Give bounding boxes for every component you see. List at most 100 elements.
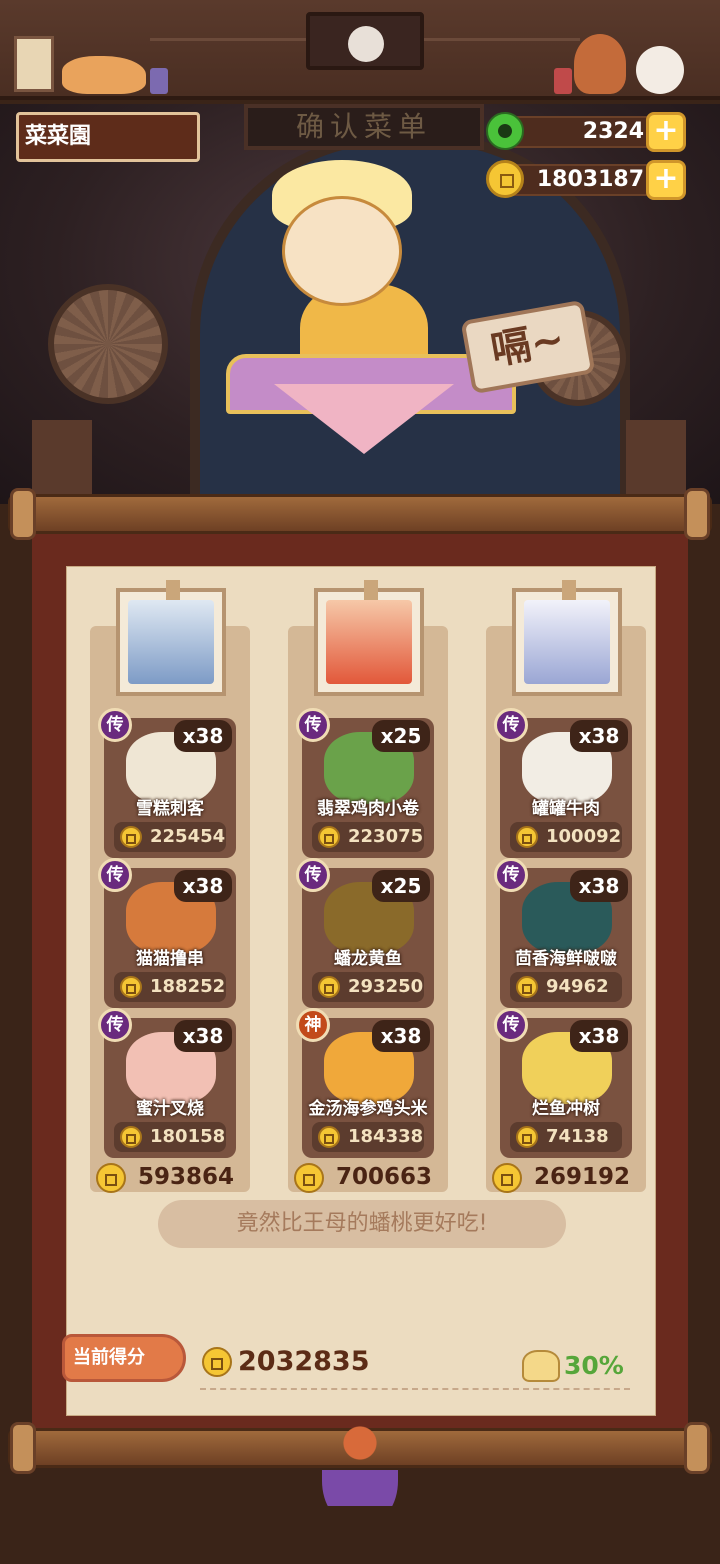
- coin-icon: [516, 976, 538, 998]
- dish-card[interactable]: 传 x25 翡翠鸡肉小卷 223075: [296, 708, 434, 858]
- dish-price: 188252: [114, 972, 226, 1002]
- bottom-floor: [0, 1506, 720, 1564]
- current-score-value: 2032835: [238, 1346, 370, 1377]
- rod-cap: [10, 488, 36, 540]
- rarity-badge: 传: [494, 708, 528, 742]
- rarity-badge: 传: [98, 708, 132, 742]
- chef-character-icon: [574, 34, 626, 94]
- white-hair-customer-avatar: [524, 600, 610, 684]
- dish-name: 蜜汁叉烧: [136, 1099, 204, 1119]
- column-total-value: 593864: [138, 1164, 235, 1190]
- dish-price: 180158: [114, 1122, 226, 1152]
- coin-icon: [120, 1126, 142, 1148]
- column-total: 700663: [292, 1160, 442, 1194]
- dish-price-value: 180158: [150, 1126, 226, 1147]
- coin-icon: [294, 1163, 324, 1193]
- gold-coin-icon: [486, 160, 524, 198]
- dish-price-value: 94962: [546, 976, 609, 997]
- coin-icon: [120, 826, 142, 848]
- dish-card[interactable]: 神 x38 金汤海参鸡头米 184338: [296, 1008, 434, 1158]
- column-total: 593864: [94, 1160, 244, 1194]
- dish-card[interactable]: 传 x38 烂鱼冲树 74138: [494, 1008, 632, 1158]
- silver-hair-customer-avatar: [128, 600, 214, 684]
- coin-icon: [318, 976, 340, 998]
- cup-icon: [554, 68, 572, 94]
- jade-amount: 2324: [502, 116, 652, 148]
- dish-quantity: x38: [174, 870, 232, 902]
- divider: [200, 1388, 630, 1390]
- dish-name: 金汤海参鸡头米: [308, 1099, 428, 1119]
- monkey-king-head: [282, 196, 402, 306]
- dish-price: 223075: [312, 822, 424, 852]
- dish-quantity: x38: [570, 870, 628, 902]
- customer-portrait[interactable]: [116, 580, 226, 696]
- dish-price: 184338: [312, 1122, 424, 1152]
- rod-cap: [684, 1422, 710, 1474]
- dish-card[interactable]: 传 x38 猫猫撸串 188252: [98, 858, 236, 1008]
- rarity-badge: 传: [296, 708, 330, 742]
- jade-icon: [486, 112, 524, 150]
- rod-cap: [684, 488, 710, 540]
- column-total-value: 269192: [534, 1164, 631, 1190]
- gold-currency: 1803187 +: [486, 160, 686, 200]
- coin-icon: [492, 1163, 522, 1193]
- add-jade-button[interactable]: +: [646, 112, 686, 152]
- dish-quantity: x38: [174, 720, 232, 752]
- dish-card[interactable]: 传 x38 罐罐牛肉 100092: [494, 708, 632, 858]
- dish-name: 雪糕刺客: [136, 799, 204, 819]
- customer-portrait[interactable]: [512, 580, 622, 696]
- rarity-badge: 传: [494, 1008, 528, 1042]
- dish-price: 225454: [114, 822, 226, 852]
- coin-icon: [318, 1126, 340, 1148]
- dish-quantity: x25: [372, 870, 430, 902]
- rarity-badge: 传: [98, 858, 132, 892]
- clip-icon: [166, 580, 180, 600]
- coin-icon: [516, 826, 538, 848]
- rope-right: [424, 38, 580, 41]
- fan-icon: [48, 284, 168, 404]
- dish-name: 罐罐牛肉: [532, 799, 600, 819]
- clip-icon: [562, 580, 576, 600]
- dish-card[interactable]: 传 x25 蟠龙黄鱼 293250: [296, 858, 434, 1008]
- gold-amount: 1803187: [502, 164, 652, 196]
- dish-price-value: 293250: [348, 976, 424, 997]
- cup-icon: [150, 68, 168, 94]
- dish-price: 100092: [510, 822, 622, 852]
- customer-comment: 竟然比王母的蟠桃更好吃!: [158, 1200, 566, 1248]
- current-score-label: 当前得分: [62, 1334, 186, 1382]
- customer-portrait[interactable]: [314, 580, 424, 696]
- column-total-value: 700663: [336, 1164, 433, 1190]
- dish-quantity: x38: [570, 1020, 628, 1052]
- dish-price: 74138: [510, 1122, 622, 1152]
- dish-quantity: x25: [372, 720, 430, 752]
- money-pot-icon: [522, 1350, 560, 1382]
- red-hair-customer-avatar: [326, 600, 412, 684]
- coin-icon: [318, 826, 340, 848]
- dish-name: 茴香海鲜啵啵: [515, 949, 617, 969]
- dish-price-value: 223075: [348, 826, 424, 847]
- clip-icon: [364, 580, 378, 600]
- add-gold-button[interactable]: +: [646, 160, 686, 200]
- dish-card[interactable]: 传 x38 雪糕刺客 225454: [98, 708, 236, 858]
- dish-card[interactable]: 传 x38 茴香海鲜啵啵 94962: [494, 858, 632, 1008]
- dish-price-value: 184338: [348, 1126, 424, 1147]
- dish-price: 293250: [312, 972, 424, 1002]
- dish-price-value: 100092: [546, 826, 622, 847]
- dish-card[interactable]: 传 x38 蜜汁叉烧 180158: [98, 1008, 236, 1158]
- rarity-badge: 神: [296, 1008, 330, 1042]
- restaurant-name: 菜菜園: [16, 112, 200, 162]
- dish-price-value: 225454: [150, 826, 226, 847]
- dish-price-value: 188252: [150, 976, 226, 997]
- top-decor-bar: [0, 0, 720, 100]
- dish-price: 94962: [510, 972, 622, 1002]
- dish-name: 蟠龙黄鱼: [334, 949, 402, 969]
- cat-banner: [306, 12, 424, 70]
- dish-price-value: 74138: [546, 1126, 609, 1147]
- coin-icon: [516, 1126, 538, 1148]
- dish-quantity: x38: [174, 1020, 232, 1052]
- sleeping-cat-icon: [62, 56, 146, 94]
- scroll-top-rod: [8, 494, 712, 534]
- dish-name: 翡翠鸡肉小卷: [317, 799, 419, 819]
- cat-face-icon: [348, 26, 384, 62]
- rope-left: [150, 38, 306, 41]
